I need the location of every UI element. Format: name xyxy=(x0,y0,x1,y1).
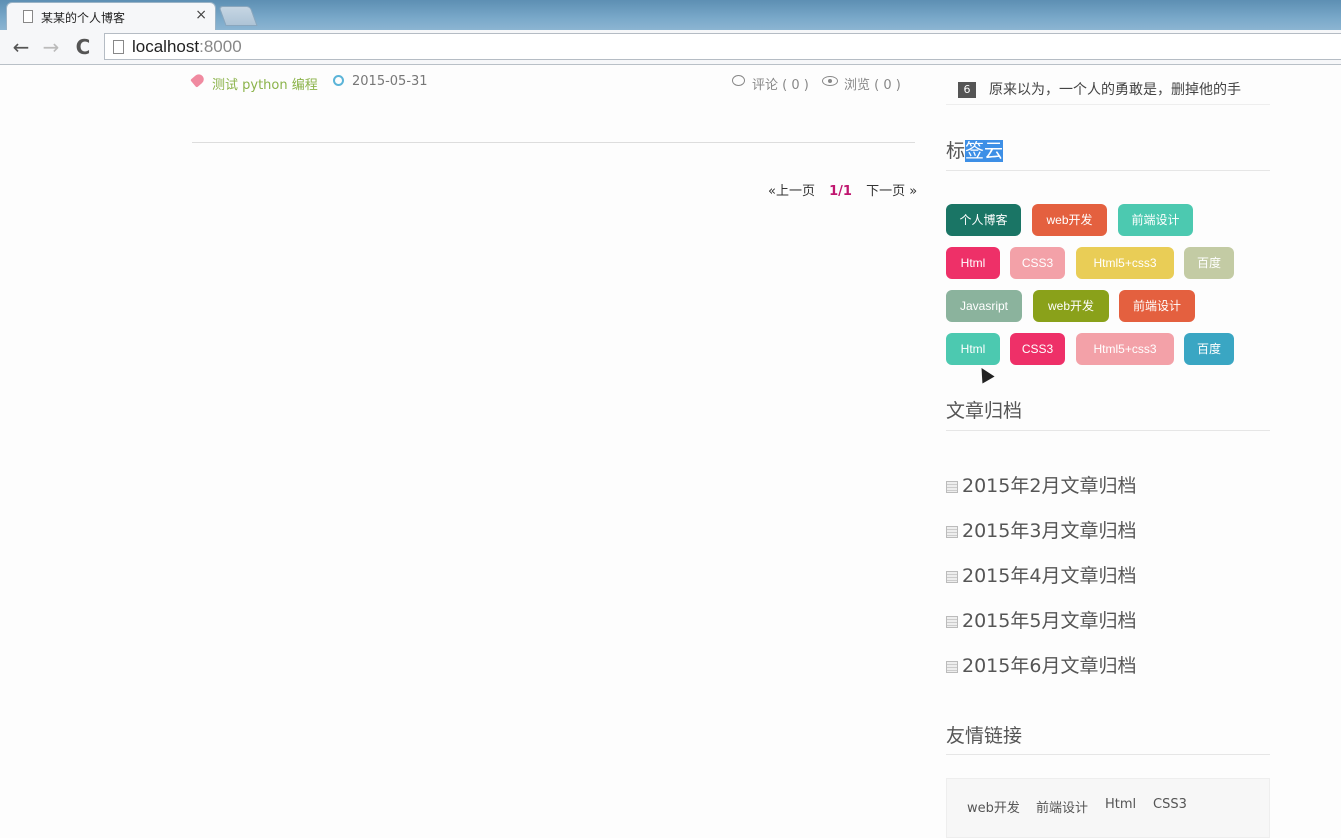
comments-count[interactable]: 评论 ( 0 ) xyxy=(752,74,809,93)
archive-item[interactable]: 2015年3月文章归档 xyxy=(946,516,1136,542)
tag-cloud-title: 标签云 xyxy=(946,140,1004,162)
tag-cloud-item[interactable]: Html5+css3 xyxy=(1076,247,1174,279)
archive-item[interactable]: 2015年2月文章归档 xyxy=(946,471,1136,497)
current-page: 1/1 xyxy=(829,184,852,199)
friend-links: web开发 前端设计 Html CSS3 xyxy=(946,778,1270,838)
close-tab-icon[interactable]: × xyxy=(195,7,207,23)
clock-icon xyxy=(333,75,344,86)
calendar-icon xyxy=(946,616,958,628)
calendar-icon xyxy=(946,526,958,538)
tag-cloud-item[interactable]: Html5+css3 xyxy=(1076,333,1174,365)
page-icon xyxy=(113,40,124,54)
reload-icon[interactable]: C xyxy=(70,34,96,60)
tag-cloud-item[interactable]: 百度 xyxy=(1184,247,1234,279)
friend-link[interactable]: CSS3 xyxy=(1153,797,1187,812)
browser-toolbar: ← → C localhost:8000 xyxy=(0,30,1341,65)
browser-tab[interactable]: 某某的个人博客 × xyxy=(6,2,216,30)
friend-link[interactable]: Html xyxy=(1105,797,1136,812)
views-count: 浏览 ( 0 ) xyxy=(844,78,901,93)
rank-badge: 6 xyxy=(958,82,976,98)
eye-icon xyxy=(822,76,838,86)
tag-cloud-item[interactable]: Html xyxy=(946,247,1000,279)
browser-tab-bar: 某某的个人博客 × xyxy=(0,0,1341,30)
friend-link[interactable]: 前端设计 xyxy=(1036,797,1088,816)
post-meta: 测试 python 编程 2015-05-31 评论 ( 0 ) 浏览 ( 0 … xyxy=(190,72,902,93)
links-title: 友情链接 xyxy=(946,725,1023,747)
comment-icon xyxy=(732,75,745,86)
tag-cloud-item[interactable]: Html xyxy=(946,333,1000,365)
tag-cloud-item[interactable]: Javasript xyxy=(946,290,1022,322)
friend-link[interactable]: web开发 xyxy=(967,797,1020,816)
section-divider xyxy=(946,754,1270,755)
tag-cloud-item[interactable]: 百度 xyxy=(1184,333,1234,365)
tab-title: 某某的个人博客 xyxy=(41,11,126,25)
archive-item[interactable]: 2015年6月文章归档 xyxy=(946,651,1136,677)
post-tags[interactable]: 测试 python 编程 xyxy=(212,74,318,93)
forward-icon[interactable]: → xyxy=(38,34,64,60)
tag-cloud-item[interactable]: web开发 xyxy=(1033,290,1109,322)
tag-cloud-item[interactable]: 个人博客 xyxy=(946,204,1021,236)
calendar-icon xyxy=(946,571,958,583)
list-item[interactable]: 6 原来以为，一个人的勇敢是，删掉他的手 xyxy=(946,76,1270,105)
pagination: «上一页 1/1 下一页 » xyxy=(768,180,927,199)
tag-cloud-item[interactable]: 前端设计 xyxy=(1118,204,1193,236)
page-icon xyxy=(23,10,33,23)
calendar-icon xyxy=(946,481,958,493)
list-item-title[interactable]: 原来以为，一个人的勇敢是，删掉他的手 xyxy=(989,79,1241,99)
new-tab-button[interactable] xyxy=(218,6,258,26)
divider xyxy=(192,142,915,143)
section-divider xyxy=(946,170,1270,171)
tag-icon xyxy=(190,72,206,88)
mouse-cursor-icon xyxy=(975,364,995,384)
tag-cloud-item[interactable]: 前端设计 xyxy=(1119,290,1195,322)
prev-page-link[interactable]: «上一页 xyxy=(768,184,815,199)
calendar-icon xyxy=(946,661,958,673)
archive-item[interactable]: 2015年5月文章归档 xyxy=(946,606,1136,632)
post-date: 2015-05-31 xyxy=(352,74,428,89)
tag-cloud-item[interactable]: CSS3 xyxy=(1010,247,1065,279)
next-page-link[interactable]: 下一页 » xyxy=(866,184,917,199)
back-icon[interactable]: ← xyxy=(8,34,34,60)
url-text[interactable]: localhost:8000 xyxy=(132,37,242,57)
archive-item[interactable]: 2015年4月文章归档 xyxy=(946,561,1136,587)
tag-cloud-item[interactable]: CSS3 xyxy=(1010,333,1065,365)
tag-cloud-item[interactable]: web开发 xyxy=(1032,204,1107,236)
archive-title: 文章归档 xyxy=(946,400,1023,422)
address-bar[interactable]: localhost:8000 xyxy=(104,33,1341,60)
section-divider xyxy=(946,430,1270,431)
